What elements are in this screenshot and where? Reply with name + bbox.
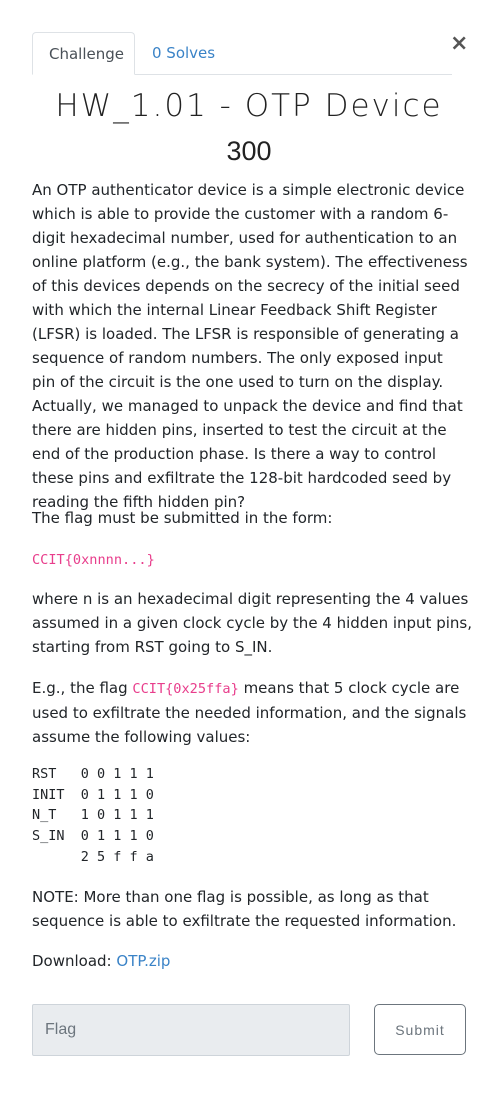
tab-challenge[interactable]: Challenge	[32, 32, 135, 75]
flag-format-code: CCIT{0xnnnn...}	[32, 552, 155, 568]
example-flag-code: CCIT{0x25ffa}	[132, 681, 239, 697]
where-text: where n is an hexadecimal digit represen…	[32, 590, 472, 656]
signal-table: RST 0 0 1 1 1 INIT 0 1 1 1 0 N_T 1 0 1 1…	[32, 766, 154, 865]
challenge-points: 300	[226, 136, 272, 166]
flag-input[interactable]	[32, 1004, 350, 1056]
challenge-description: An OTP authenticator device is a simple …	[32, 178, 468, 514]
close-icon[interactable]: ×	[450, 33, 468, 55]
submit-button[interactable]: Submit	[374, 1004, 466, 1055]
flag-format-line: CCIT{0xnnnn...}	[32, 547, 472, 572]
example-prefix: E.g., the flag	[32, 679, 133, 697]
note-text: NOTE: More than one flag is possible, as…	[32, 888, 457, 930]
flag-form-text: The flag must be submitted in the form:	[32, 509, 333, 527]
example-text: E.g., the flag CCIT{0x25ffa} means that …	[32, 676, 472, 749]
download-link[interactable]: OTP.zip	[116, 952, 170, 970]
challenge-tabs: Challenge 0 Solves	[32, 32, 452, 75]
download-label: Download:	[32, 952, 117, 970]
tab-solves[interactable]: 0 Solves	[136, 32, 231, 74]
challenge-title: HW_1.01 - OTP Device	[55, 88, 443, 124]
download-line: Download: OTP.zip	[32, 949, 472, 973]
description-text: An OTP authenticator device is a simple …	[32, 181, 468, 511]
